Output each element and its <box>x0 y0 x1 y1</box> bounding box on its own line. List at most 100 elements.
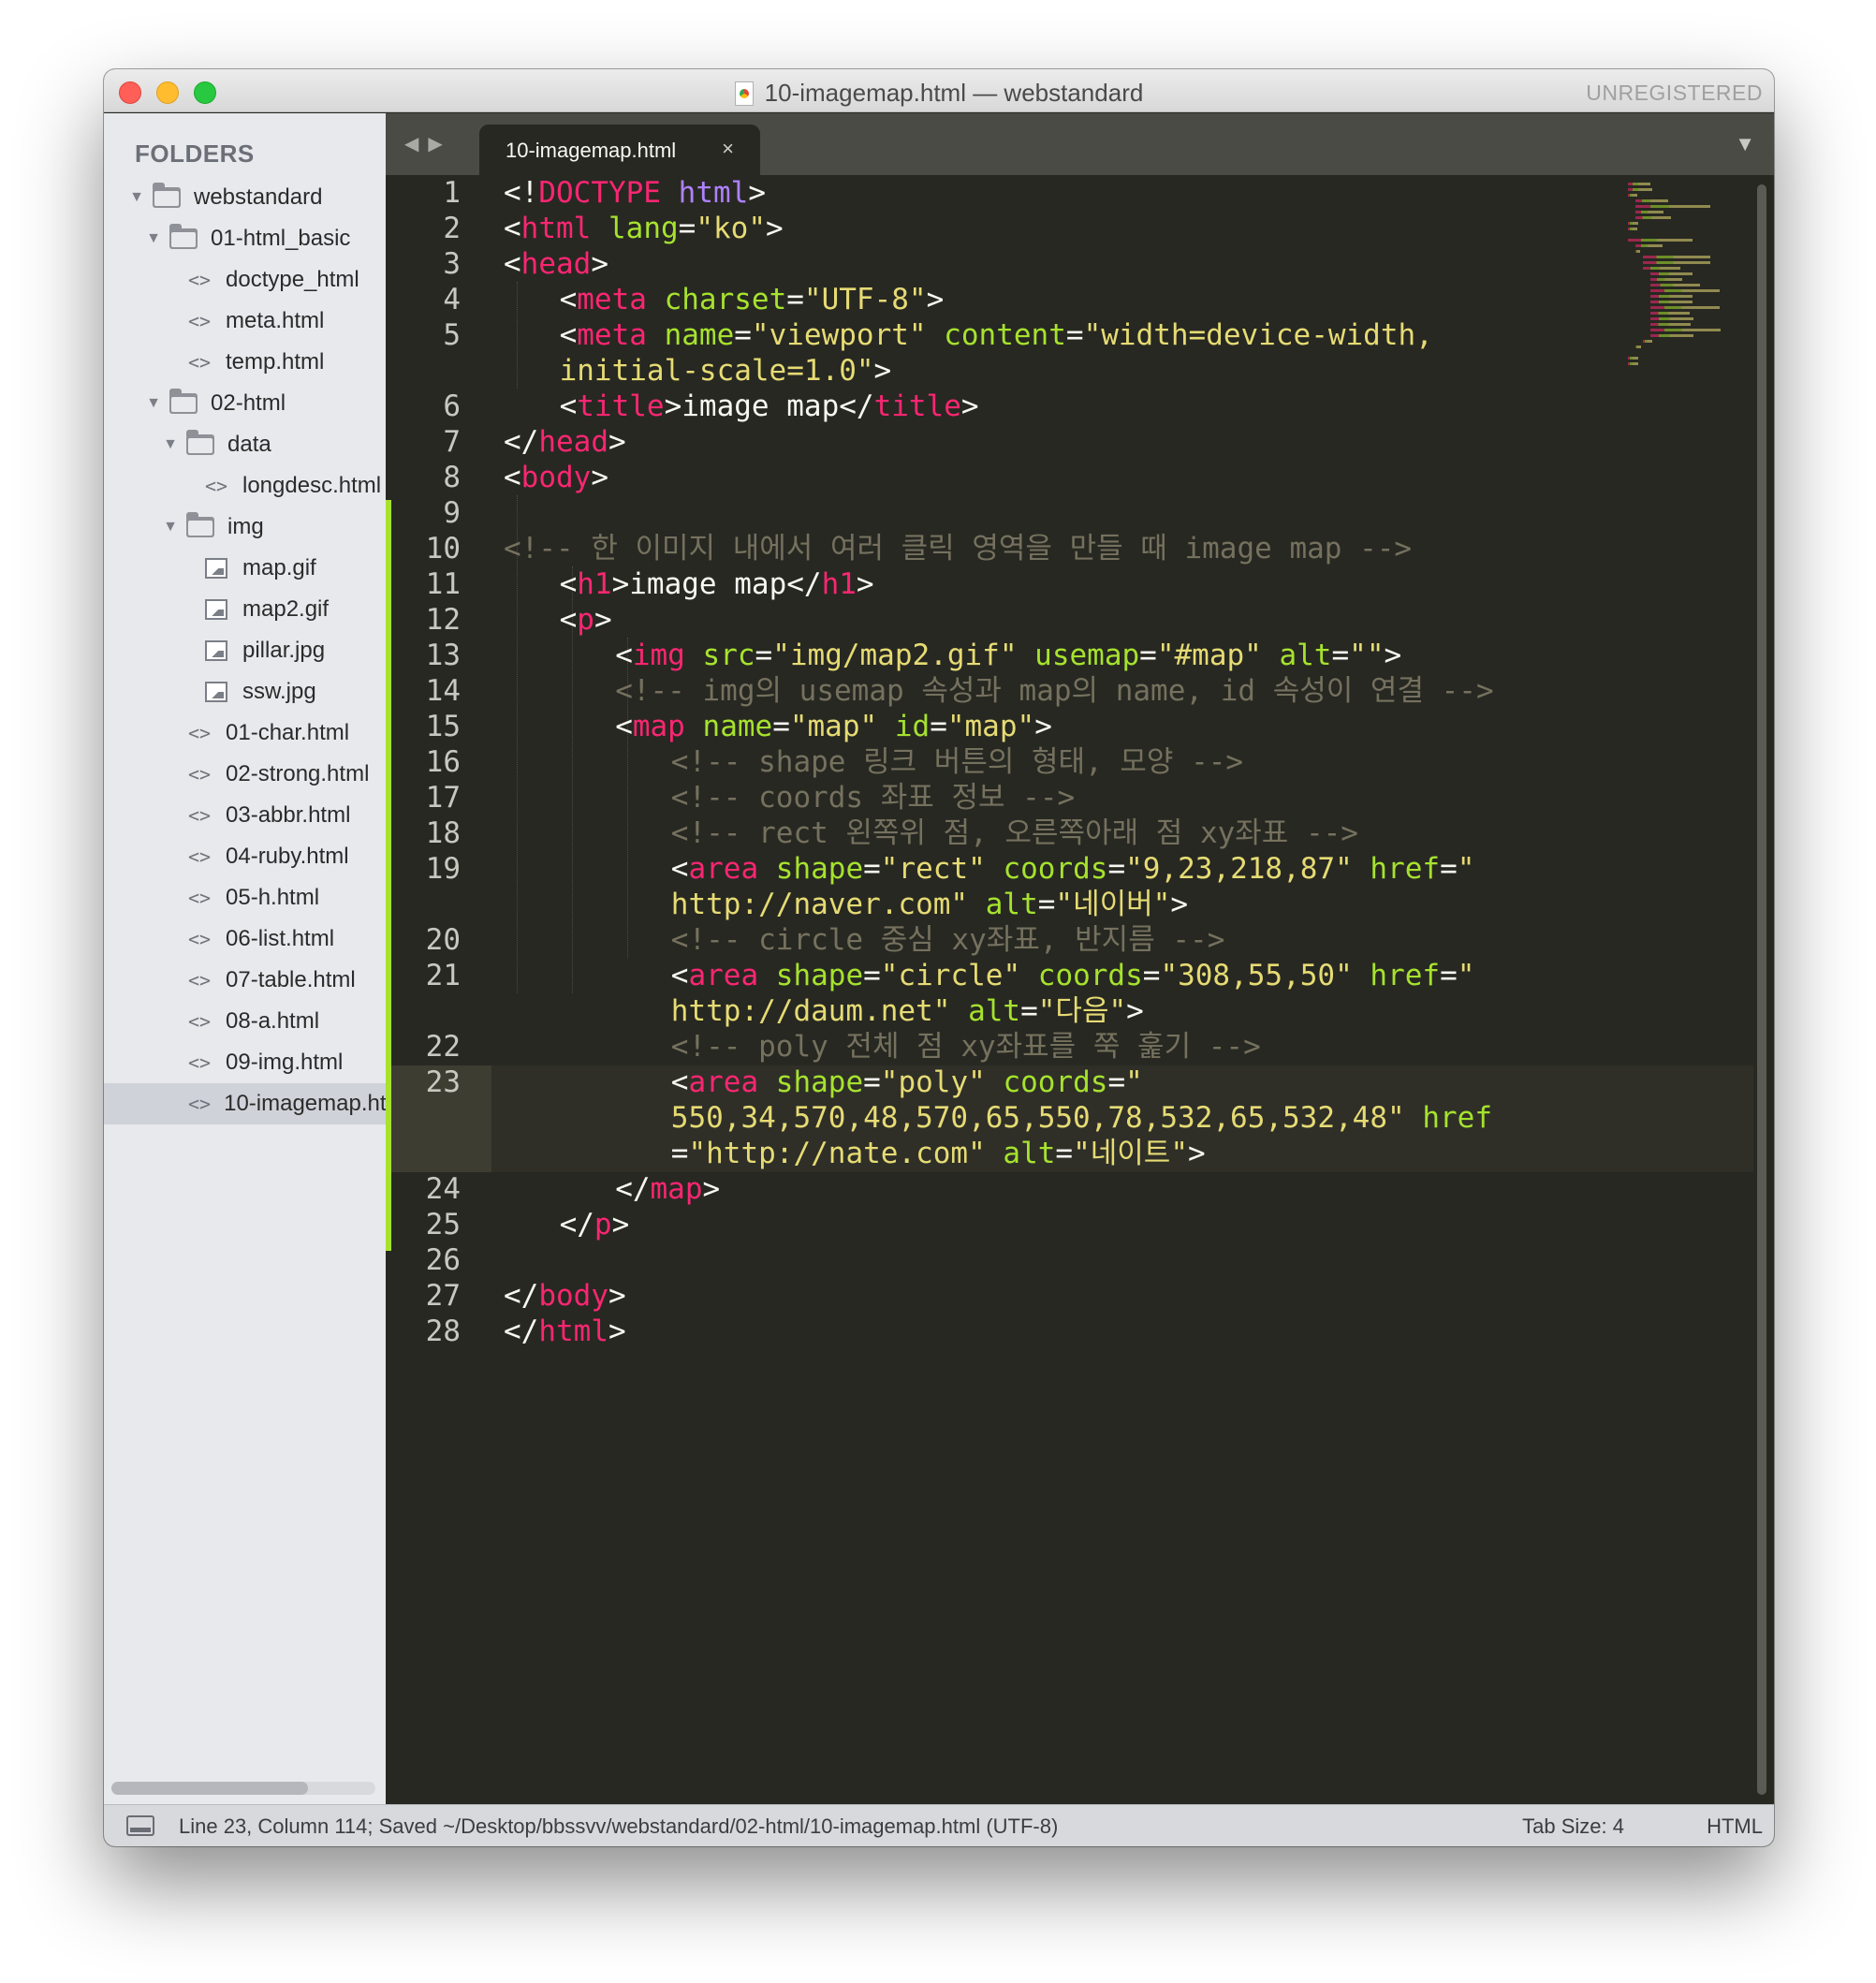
sidebar-item[interactable]: <> 05-h.html <box>104 877 386 918</box>
arrow-left-icon[interactable]: ◀ <box>404 134 428 154</box>
code-line[interactable]: 28 </html> <box>386 1314 1774 1349</box>
line-number: 19 <box>425 852 461 886</box>
code-line[interactable]: http://naver.com" alt="네이버"> <box>386 887 1774 922</box>
code-line[interactable]: 26 <box>386 1242 1774 1278</box>
sidebar-item[interactable]: <> 01-char.html <box>104 712 386 754</box>
sidebar-item[interactable]: ▼ img <box>104 507 386 548</box>
sidebar-item[interactable]: <> doctype_html <box>104 259 386 301</box>
tab-close-icon[interactable]: × <box>722 137 734 161</box>
sidebar-item[interactable]: <> 02-strong.html <box>104 754 386 795</box>
sidebar-item[interactable]: <> 09-img.html <box>104 1042 386 1083</box>
code-line[interactable]: 18 <!-- rect 왼쪽위 점, 오른쪽아래 점 xy좌표 --> <box>386 815 1774 851</box>
sidebar-item[interactable]: ▼ 01-html_basic <box>104 218 386 259</box>
code-line[interactable]: initial-scale=1.0"> <box>386 353 1774 389</box>
sidebar-item[interactable]: <> 04-ruby.html <box>104 836 386 877</box>
code-editor[interactable]: 1 <!DOCTYPE html> 2 <html lang="ko"> 3 <head>… <box>386 175 1774 1804</box>
sidebar-item[interactable]: map2.gif <box>104 589 386 630</box>
code-token: = <box>1055 1137 1074 1170</box>
minimap-line <box>1643 261 1710 264</box>
sidebar-item[interactable]: <> temp.html <box>104 342 386 383</box>
editor-scrollbar[interactable] <box>1757 184 1766 1795</box>
sidebar-item[interactable]: ▼ data <box>104 424 386 465</box>
console-toggle-icon[interactable] <box>126 1815 154 1836</box>
code-line[interactable]: 25 </p> <box>386 1207 1774 1242</box>
sidebar-item[interactable]: pillar.jpg <box>104 630 386 671</box>
code-token: initial-scale=1.0" <box>559 354 874 388</box>
disclosure-triangle-icon[interactable]: ▼ <box>128 189 145 206</box>
code-text: <!-- circle 중심 xy좌표, 반지름 --> <box>671 922 1225 958</box>
code-line[interactable]: 20 <!-- circle 중심 xy좌표, 반지름 --> <box>386 922 1774 958</box>
code-token: > <box>611 1208 630 1241</box>
code-line[interactable]: 14 <!-- img의 usemap 속성과 map의 name, id 속성이… <box>386 673 1774 709</box>
code-token: <!-- rect 왼쪽위 점, 오른쪽아래 점 xy좌표 --> <box>670 816 1358 850</box>
code-line[interactable]: 13 <img src="img/map2.gif" usemap="#map" … <box>386 638 1774 673</box>
code-line[interactable]: 27 </body> <box>386 1278 1774 1314</box>
code-token: </ <box>504 1315 539 1348</box>
sidebar-item[interactable]: <> 10-imagemap.html <box>104 1083 386 1124</box>
code-token: " <box>1457 852 1475 886</box>
code-line[interactable]: 9 <box>386 495 1774 531</box>
disclosure-triangle-icon[interactable]: ▼ <box>162 436 179 453</box>
sidebar-item[interactable]: <> 06-list.html <box>104 918 386 960</box>
code-line[interactable]: 550,34,570,48,570,65,550,78,532,65,532,4… <box>386 1100 1774 1136</box>
code-line[interactable]: 17 <!-- coords 좌표 정보 --> <box>386 780 1774 815</box>
editor-scrollbar-thumb[interactable] <box>1757 184 1766 1795</box>
code-line[interactable]: 11 <h1>image map</h1> <box>386 566 1774 602</box>
code-line[interactable]: 1 <!DOCTYPE html> <box>386 175 1774 211</box>
code-line[interactable]: 15 <map name="map" id="map"> <box>386 709 1774 744</box>
sidebar-item[interactable]: <> 03-abbr.html <box>104 795 386 836</box>
folders-header: FOLDERS <box>135 140 255 168</box>
sidebar-item[interactable]: <> longdesc.html <box>104 465 386 507</box>
minimap-line <box>1650 323 1692 326</box>
code-token: alt <box>985 888 1038 921</box>
sidebar-item[interactable]: <> 08-a.html <box>104 1001 386 1042</box>
code-line[interactable]: 23 <area shape="poly" coords=" <box>386 1065 1774 1100</box>
code-line[interactable]: 10 <!-- 한 이미지 내에서 여러 클릭 영역을 만들 때 image ma… <box>386 531 1774 566</box>
sidebar-item[interactable]: <> meta.html <box>104 301 386 342</box>
disclosure-triangle-icon[interactable]: ▼ <box>145 230 162 247</box>
code-line[interactable]: 22 <!-- poly 전체 점 xy좌표를 쭉 훑기 --> <box>386 1029 1774 1065</box>
code-token: coords <box>1003 852 1108 886</box>
sidebar-item[interactable]: ssw.jpg <box>104 671 386 712</box>
sidebar-item[interactable]: ▼ webstandard <box>104 177 386 218</box>
code-token: = <box>1065 318 1084 352</box>
tab-10-imagemap[interactable]: 10-imagemap.html × <box>479 125 760 175</box>
arrow-right-icon[interactable]: ▶ <box>428 134 451 154</box>
disclosure-triangle-icon[interactable]: ▼ <box>145 395 162 412</box>
code-line[interactable]: 2 <html lang="ko"> <box>386 211 1774 246</box>
code-line[interactable]: 19 <area shape="rect" coords="9,23,218,87… <box>386 851 1774 887</box>
code-line[interactable]: http://daum.net" alt="다음"> <box>386 993 1774 1029</box>
code-line[interactable]: ="http://nate.com" alt="네이트"> <box>386 1136 1774 1171</box>
code-line[interactable]: 4 <meta charset="UTF-8"> <box>386 282 1774 317</box>
chevron-down-icon[interactable]: ▼ <box>1735 132 1755 156</box>
code-line[interactable]: 21 <area shape="circle" coords="308,55,50… <box>386 958 1774 993</box>
code-line[interactable]: 16 <!-- shape 링크 버튼의 형태, 모양 --> <box>386 744 1774 780</box>
sidebar-item-label: webstandard <box>194 184 323 210</box>
code-line[interactable]: 6 <title>image map</title> <box>386 389 1774 424</box>
sidebar-item-label: meta.html <box>226 308 325 333</box>
code-line[interactable]: 24 </map> <box>386 1171 1774 1207</box>
code-line[interactable]: 12 <p> <box>386 602 1774 638</box>
code-lines[interactable]: 1 <!DOCTYPE html> 2 <html lang="ko"> 3 <head>… <box>386 175 1774 1349</box>
minimap[interactable] <box>1628 183 1750 365</box>
folder-icon <box>153 183 181 208</box>
sidebar-scrollbar[interactable] <box>111 1782 375 1795</box>
code-token: <!-- shape 링크 버튼의 형태, 모양 --> <box>670 745 1244 779</box>
code-line[interactable]: 7 </head> <box>386 424 1774 460</box>
code-line[interactable]: 5 <meta name="viewport" content="width=de… <box>386 317 1774 353</box>
minimap-line <box>1635 250 1640 253</box>
code-file-icon: <> <box>188 1010 212 1033</box>
code-token: > <box>608 425 626 459</box>
code-text: <meta name="viewport" content="width=dev… <box>560 317 1433 353</box>
tab-nav-arrows[interactable]: ◀▶ <box>404 132 452 155</box>
tab-size-indicator[interactable]: Tab Size: 4 <box>1522 1814 1624 1839</box>
image-file-icon <box>205 640 227 661</box>
sidebar-item[interactable]: map.gif <box>104 548 386 589</box>
disclosure-triangle-icon[interactable]: ▼ <box>162 519 179 536</box>
sidebar-item[interactable]: <> 07-table.html <box>104 960 386 1001</box>
syntax-indicator[interactable]: HTML <box>1707 1814 1763 1839</box>
sidebar-scrollbar-thumb[interactable] <box>111 1782 308 1795</box>
code-line[interactable]: 8 <body> <box>386 460 1774 495</box>
code-line[interactable]: 3 <head> <box>386 246 1774 282</box>
sidebar-item[interactable]: ▼ 02-html <box>104 383 386 424</box>
